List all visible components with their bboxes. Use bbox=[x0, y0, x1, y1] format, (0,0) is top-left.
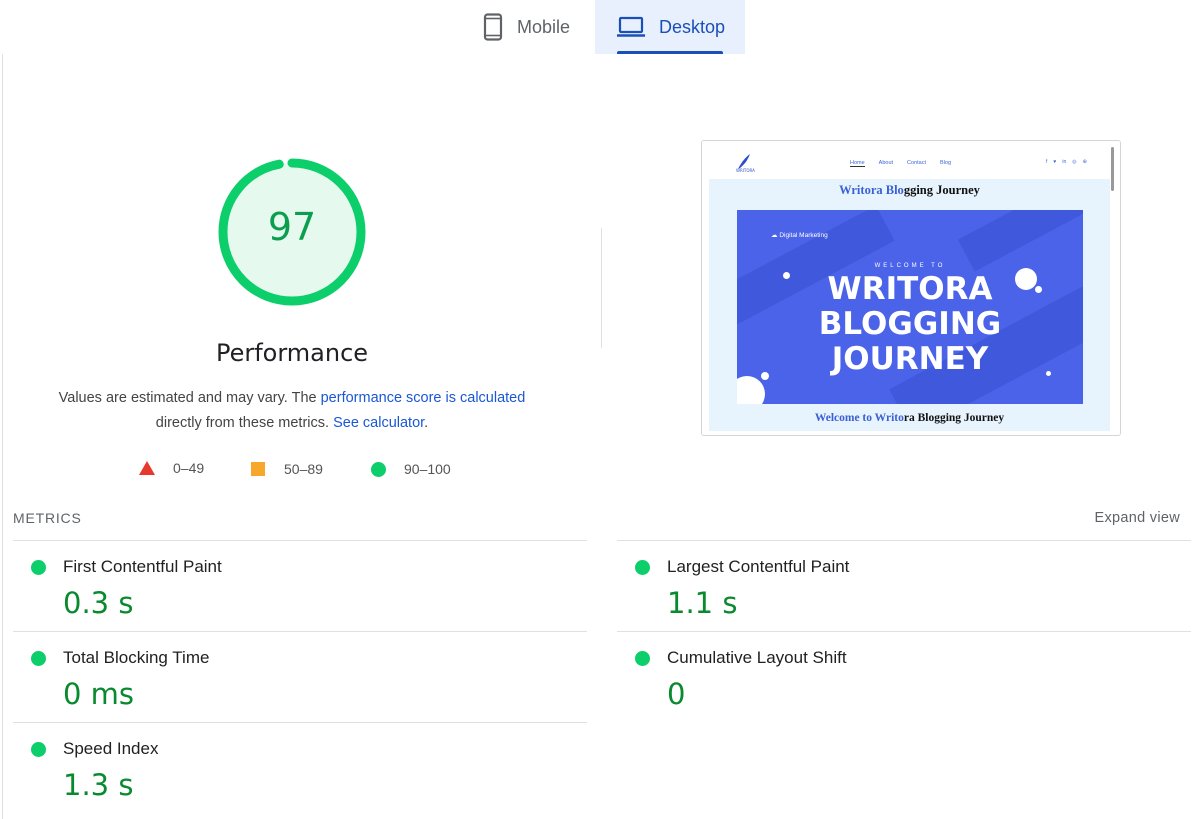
metric-label: Cumulative Layout Shift bbox=[667, 648, 847, 667]
pass-circle-icon bbox=[635, 560, 650, 575]
thumb-nav-about: About bbox=[878, 160, 894, 166]
legend-item-pass: 90–100 bbox=[371, 461, 451, 477]
column-divider bbox=[601, 228, 602, 348]
thumb-nav-home: Home bbox=[850, 160, 865, 167]
thumb-footer-blue: Welcome to Writo bbox=[814, 412, 904, 424]
thumb-nav-contact: Contact bbox=[907, 160, 927, 166]
metric-label: Largest Contentful Paint bbox=[667, 557, 850, 576]
metric-value: 1.1 s bbox=[667, 586, 738, 620]
metric-label: Speed Index bbox=[63, 739, 159, 758]
left-border bbox=[2, 54, 3, 819]
thumb-scrollbar bbox=[1111, 147, 1114, 191]
metric-value: 0 bbox=[667, 677, 686, 711]
triangle-icon bbox=[139, 461, 155, 475]
feather-logo-icon: WRITORA bbox=[736, 154, 755, 173]
metric-speed-index: Speed Index 1.3 s bbox=[13, 723, 573, 813]
thumb-hero-tag: ☁ Digital Marketing bbox=[771, 232, 828, 239]
metrics-heading: METRICS bbox=[13, 510, 82, 526]
legend-range: 50–89 bbox=[284, 461, 323, 477]
tab-desktop[interactable]: Desktop bbox=[595, 0, 745, 54]
description-period: . bbox=[424, 415, 429, 431]
circle-icon bbox=[371, 461, 386, 477]
instagram-icon: ◎ bbox=[1072, 159, 1077, 165]
metric-label: Total Blocking Time bbox=[63, 648, 210, 667]
category-title: Performance bbox=[215, 339, 369, 367]
see-calculator-link[interactable]: See calculator bbox=[333, 415, 424, 431]
metric-total-blocking-time: Total Blocking Time 0 ms bbox=[13, 632, 573, 722]
description-text: Values are estimated and may vary. The bbox=[58, 390, 321, 406]
metric-first-contentful-paint: First Contentful Paint 0.3 s bbox=[13, 541, 573, 631]
legend-item-average: 50–89 bbox=[251, 461, 323, 477]
thumb-hero-banner: ☁ Digital Marketing WELCOME TO WRITORA B… bbox=[737, 210, 1083, 404]
thumb-nav-links: Home About Contact Blog bbox=[850, 160, 951, 167]
square-icon bbox=[251, 462, 265, 476]
thumb-footer-heading: Welcome to Writora Blogging Journey bbox=[709, 412, 1110, 424]
twitter-icon: ♥ bbox=[1053, 159, 1057, 165]
thumb-heading-blue: Writora Blo bbox=[839, 183, 904, 197]
legend-range: 90–100 bbox=[404, 461, 451, 477]
metric-cumulative-layout-shift: Cumulative Layout Shift 0 bbox=[617, 632, 1177, 722]
metric-largest-contentful-paint: Largest Contentful Paint 1.1 s bbox=[617, 541, 1177, 631]
pass-circle-icon bbox=[31, 560, 46, 575]
metric-value: 0 ms bbox=[63, 677, 135, 711]
score-legend: 0–49 50–89 90–100 bbox=[0, 458, 600, 482]
legend-item-fail: 0–49 bbox=[139, 460, 204, 476]
laptop-icon bbox=[617, 16, 645, 38]
pass-circle-icon bbox=[31, 742, 46, 757]
legend-range: 0–49 bbox=[173, 460, 205, 476]
final-screenshot: WRITORA Home About Contact Blog f ♥ in ◎… bbox=[701, 140, 1121, 436]
score-calculated-link[interactable]: performance score is calculated bbox=[321, 390, 526, 406]
score-description: Values are estimated and may vary. The p… bbox=[32, 386, 552, 436]
description-text-2: directly from these metrics. bbox=[155, 415, 330, 431]
thumb-nav-blog: Blog bbox=[940, 160, 952, 166]
tab-mobile-label: Mobile bbox=[517, 16, 571, 37]
expand-view-button[interactable]: Expand view bbox=[1094, 510, 1180, 526]
thumb-hero-welcome: WELCOME TO bbox=[874, 263, 946, 269]
tab-mobile[interactable]: Mobile bbox=[471, 0, 595, 54]
metric-value: 1.3 s bbox=[63, 768, 134, 802]
pass-circle-icon bbox=[635, 651, 650, 666]
globe-icon: ⊕ bbox=[1082, 159, 1087, 165]
tab-desktop-label: Desktop bbox=[659, 16, 726, 37]
facebook-icon: f bbox=[1046, 159, 1048, 165]
metric-label: First Contentful Paint bbox=[63, 557, 222, 576]
thumb-page-body: Writora Blogging Journey ☁ Digital Marke… bbox=[709, 179, 1110, 431]
performance-score: 97 bbox=[267, 205, 317, 249]
device-tabs: Mobile Desktop bbox=[471, 0, 745, 54]
thumb-footer-black: ra Blogging Journey bbox=[903, 412, 1005, 424]
linkedin-icon: in bbox=[1062, 159, 1067, 165]
pass-circle-icon bbox=[31, 651, 46, 666]
thumb-social-icons: f ♥ in ◎ ⊕ bbox=[1046, 159, 1087, 165]
metric-value: 0.3 s bbox=[63, 586, 134, 620]
thumb-heading-black: gging Journey bbox=[903, 183, 980, 197]
svg-text:WRITORA: WRITORA bbox=[736, 168, 755, 173]
mobile-phone-icon bbox=[483, 13, 503, 41]
thumb-site-nav: WRITORA Home About Contact Blog f ♥ in ◎… bbox=[702, 141, 1120, 179]
thumb-heading: Writora Blogging Journey bbox=[709, 183, 1110, 198]
